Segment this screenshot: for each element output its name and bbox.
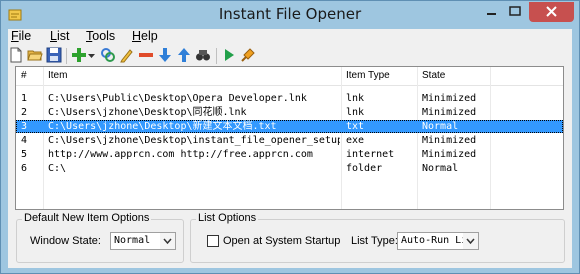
- startup-label: Open at System Startup: [223, 235, 341, 247]
- save-icon[interactable]: [46, 47, 62, 63]
- row-item: C:\Users\jzhone\Desktop\同花顺.lnk: [48, 107, 247, 118]
- close-icon: [546, 6, 557, 17]
- list-row-3-selected[interactable]: 3 C:\Users\jzhone\Desktop\新建文本文档.txt txt…: [16, 120, 563, 133]
- row-item: C:\Users\Public\Desktop\Opera Developer.…: [48, 93, 307, 104]
- window-state-label: Window State:: [30, 235, 101, 247]
- menu-list[interactable]: List: [50, 29, 69, 43]
- startup-checkbox[interactable]: [207, 235, 219, 247]
- toolbar-separator: [66, 48, 67, 64]
- row-num: 1: [21, 93, 28, 104]
- row-item: C:\: [48, 163, 67, 174]
- move-up-icon[interactable]: [176, 47, 192, 63]
- menu-tools[interactable]: Tools: [86, 29, 115, 43]
- row-num: 4: [21, 135, 28, 146]
- chevron-down-icon: [463, 233, 478, 249]
- list-row-5[interactable]: 5 http://www.apprcn.com http://free.appr…: [16, 148, 563, 161]
- remove-icon[interactable]: [138, 47, 154, 63]
- row-num: 5: [21, 149, 28, 160]
- row-type: exe: [346, 135, 365, 146]
- list-row-4[interactable]: 4 C:\Users\jzhone\Desktop\instant_file_o…: [16, 134, 563, 147]
- column-header-num[interactable]: #: [21, 70, 27, 81]
- item-list[interactable]: # Item Item Type State 1 C:\Users\Public…: [15, 66, 564, 210]
- row-num: 2: [21, 107, 28, 118]
- row-state: Minimized: [422, 135, 477, 146]
- row-state: Minimized: [422, 149, 477, 160]
- row-num: 3: [21, 121, 28, 132]
- row-item: C:\Users\jzhone\Desktop\instant_file_ope…: [48, 135, 340, 146]
- move-down-icon[interactable]: [157, 47, 173, 63]
- close-button[interactable]: [529, 2, 574, 22]
- row-type: lnk: [346, 93, 365, 104]
- toolbar: [8, 46, 572, 66]
- window-state-select[interactable]: Normal: [110, 232, 176, 250]
- clear-icon[interactable]: [240, 47, 256, 63]
- row-num: 6: [21, 163, 28, 174]
- list-header: # Item Item Type State: [16, 67, 563, 86]
- title-bar[interactable]: Instant File Opener: [1, 1, 579, 29]
- group-title: Default New Item Options: [22, 212, 152, 224]
- list-row-2[interactable]: 2 C:\Users\jzhone\Desktop\同花顺.lnk lnk Mi…: [16, 106, 563, 119]
- list-options-group: List Options Open at System Startup List…: [190, 212, 565, 263]
- edit-icon[interactable]: [119, 47, 135, 63]
- list-type-label: List Type:: [351, 235, 398, 247]
- list-row-6[interactable]: 6 C:\ folder Normal: [16, 162, 563, 175]
- add-icon[interactable]: [71, 47, 87, 63]
- dropdown-arrow-icon[interactable]: [87, 47, 96, 63]
- row-state: Minimized: [422, 107, 477, 118]
- row-item: http://www.apprcn.com http://free.apprcn…: [48, 149, 313, 160]
- chevron-down-icon: [160, 233, 175, 249]
- row-type: folder: [346, 163, 383, 174]
- default-item-options-group: Default New Item Options Window State: N…: [16, 212, 184, 263]
- row-state: Minimized: [422, 93, 477, 104]
- row-type: txt: [346, 121, 365, 132]
- client-area: File List Tools Help # Item Item Type St…: [8, 29, 572, 268]
- row-state: Normal: [422, 163, 459, 174]
- row-state: Normal: [422, 121, 459, 132]
- minimize-button[interactable]: [479, 2, 503, 22]
- row-type: lnk: [346, 107, 365, 118]
- row-item: C:\Users\jzhone\Desktop\新建文本文档.txt: [48, 121, 277, 132]
- list-type-select[interactable]: Auto-Run Li:: [397, 232, 479, 250]
- list-row-1[interactable]: 1 C:\Users\Public\Desktop\Opera Develope…: [16, 92, 563, 105]
- menu-bar: File List Tools Help: [8, 29, 572, 45]
- app-window: Instant File Opener File List Tools Help: [0, 0, 580, 274]
- link-icon[interactable]: [100, 47, 116, 63]
- menu-help[interactable]: Help: [132, 29, 158, 43]
- column-header-item[interactable]: Item: [48, 70, 67, 81]
- toolbar-separator: [216, 48, 217, 64]
- menu-file[interactable]: File: [11, 29, 31, 43]
- run-icon[interactable]: [221, 47, 237, 63]
- window-state-value: Normal: [114, 235, 151, 246]
- column-header-type[interactable]: Item Type: [346, 70, 390, 81]
- open-folder-icon[interactable]: [27, 47, 43, 63]
- row-type: internet: [346, 149, 395, 160]
- column-header-state[interactable]: State: [422, 70, 445, 81]
- find-icon[interactable]: [195, 47, 211, 63]
- new-icon[interactable]: [8, 47, 24, 63]
- group-title: List Options: [196, 212, 259, 224]
- maximize-button[interactable]: [503, 2, 527, 22]
